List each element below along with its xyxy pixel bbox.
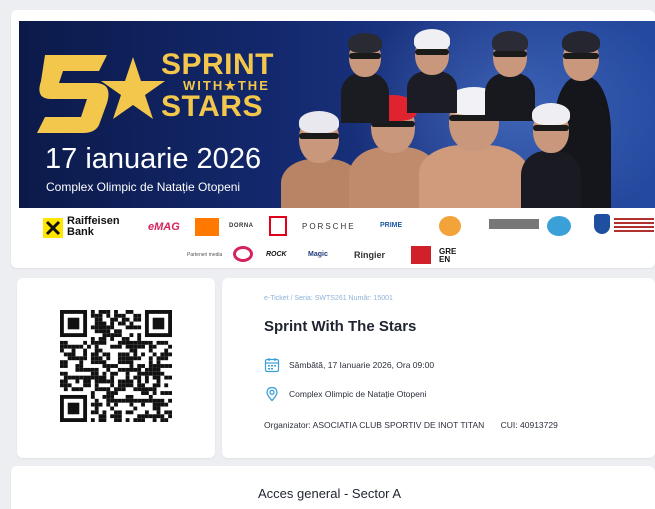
banner-title-line1: SPRINT — [161, 48, 275, 81]
ticket-qr-code — [60, 310, 172, 422]
event-location-row: Complex Olimpic de Natație Otopeni — [264, 386, 426, 402]
media-logo-icon — [411, 246, 431, 264]
sponsor-logo-icon — [547, 216, 571, 236]
event-datetime: Sâmbătă, 17 Ianuarie 2026, Ora 09:00 — [289, 360, 435, 370]
sponsor-raiffeisen-line2: Bank — [67, 226, 94, 238]
city-hall-label — [614, 218, 654, 232]
media-partners-label: Parteneri media — [187, 252, 223, 258]
ticket-series: e-Ticket / Seria: SWTS261 Număr: 15001 — [264, 295, 393, 302]
sponsor-emag: eMAG — [148, 221, 180, 233]
organizer-name: Organizator: ASOCIATIA CLUB SPORTIV DE I… — [264, 420, 485, 430]
banner-date: 17 ianuarie 2026 — [45, 143, 262, 175]
event-title: Sprint With The Stars — [264, 318, 417, 335]
sponsor-logo-icon — [439, 216, 461, 236]
qr-code-card — [17, 278, 215, 458]
sponsor-logo-icon — [489, 219, 539, 229]
swimmer-figure — [337, 29, 393, 123]
event-hero-banner: SPRINT WITH★THE STARS 17 ianuarie 2026 C… — [19, 21, 655, 208]
city-crest-icon — [594, 214, 610, 234]
sponsor-raiffeisen: Raiffeisen Bank — [67, 216, 120, 238]
sprint-stars-logo — [37, 55, 165, 133]
banner-title: SPRINT WITH★THE STARS — [161, 48, 275, 123]
swimmer-figure — [515, 99, 587, 208]
organizer-row: Organizator: ASOCIATIA CLUB SPORTIV DE I… — [264, 420, 558, 430]
ticket-info-card: e-Ticket / Seria: SWTS261 Număr: 15001 S… — [222, 278, 655, 458]
event-location: Complex Olimpic de Natație Otopeni — [289, 389, 427, 399]
raiffeisen-logo-icon — [43, 218, 63, 238]
sponsor-green: GRE EN — [439, 247, 457, 264]
location-pin-icon — [266, 386, 278, 402]
event-datetime-row: Sâmbătă, 17 Ianuarie 2026, Ora 09:00 — [264, 357, 434, 373]
media-logo-icon — [233, 246, 253, 262]
sponsor-ringier: Ringier — [354, 250, 386, 260]
swimmer-figure — [403, 25, 461, 113]
access-sector-card: Acces general - Sector A — [11, 466, 655, 509]
banner-venue: Complex Olimpic de Natație Otopeni — [46, 180, 241, 194]
sponsor-dorna: DORNA — [229, 223, 254, 229]
sponsor-prime: PRIME — [380, 222, 403, 229]
calendar-icon — [264, 358, 280, 373]
orange-logo-icon — [195, 218, 219, 236]
organizer-cui: CUI: 40913729 — [500, 420, 558, 430]
banner-title-line3: STARS — [161, 90, 263, 123]
kaufland-logo-icon — [269, 216, 287, 236]
access-sector-label: Acces general - Sector A — [258, 486, 402, 501]
sponsor-rock: ROCK — [266, 251, 287, 258]
sponsor-magic: Magic — [308, 251, 328, 258]
sponsor-porsche: PORSCHE — [302, 222, 356, 231]
event-banner-card: SPRINT WITH★THE STARS 17 ianuarie 2026 C… — [11, 10, 655, 268]
sponsors-strip: Raiffeisen Bank eMAG DORNA PORSCHE PRIME… — [19, 210, 655, 268]
